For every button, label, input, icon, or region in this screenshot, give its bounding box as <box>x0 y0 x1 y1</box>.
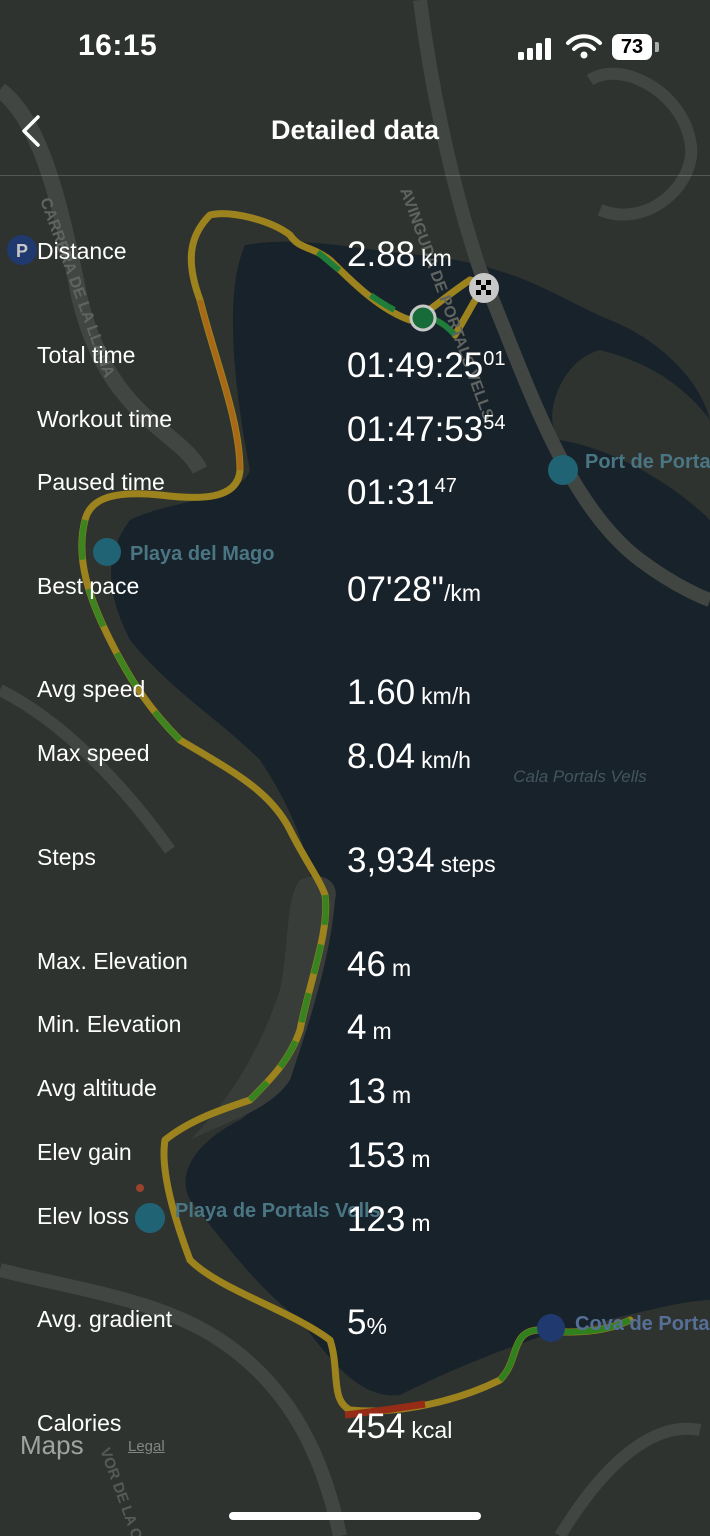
stat-row: Elev gain 153 m <box>0 1136 710 1196</box>
stat-number: 07'28" <box>347 570 444 609</box>
legal-link[interactable]: Legal <box>128 1438 165 1455</box>
stat-value: 1.60 km/h <box>347 673 471 716</box>
stat-hundredths: 47 <box>434 475 457 497</box>
stat-label: Total time <box>37 342 136 368</box>
status-bar: 16:15 73 <box>0 0 710 95</box>
stat-value: 454 kcal <box>347 1407 452 1450</box>
stat-value: 4m <box>347 1008 392 1051</box>
stat-value: 5% <box>347 1303 387 1346</box>
stat-unit: m <box>391 1082 412 1108</box>
stat-row: Max speed 8.04 km/h <box>0 737 710 797</box>
stat-value: 2.88 km <box>347 235 452 278</box>
stat-value: 46 m <box>347 945 411 988</box>
stat-value: 153 m <box>347 1136 431 1179</box>
stat-value: 01:49:2501 <box>347 339 506 386</box>
stat-row: Paused time 01:3147 <box>0 466 710 526</box>
home-indicator <box>229 1512 481 1520</box>
stat-number: 153 <box>347 1136 406 1175</box>
stat-number: 5 <box>347 1303 367 1342</box>
apple-maps-attribution: Maps <box>20 1430 84 1460</box>
stat-unit: m <box>411 1146 431 1172</box>
stat-unit: km/h <box>421 747 471 773</box>
stat-number: 1.60 <box>347 673 416 712</box>
stat-value: 8.04 km/h <box>347 737 471 780</box>
stat-row: Max. Elevation 46 m <box>0 945 710 1005</box>
cellular-signal-icon <box>518 36 556 60</box>
stat-label: Avg. gradient <box>37 1306 173 1332</box>
stat-unit: m <box>372 1018 392 1044</box>
stat-label: Best pace <box>37 573 140 599</box>
stat-hundredths: 54 <box>483 412 506 434</box>
stat-row: Avg speed 1.60 km/h <box>0 673 710 733</box>
stat-unit: km/h <box>421 683 471 709</box>
stat-number: 01:49:25 <box>347 346 484 385</box>
stat-row: Calories 454 kcal <box>0 1407 710 1467</box>
stat-row: Elev loss 123 m <box>0 1200 710 1260</box>
stat-value: 01:47:5354 <box>347 403 506 450</box>
status-time: 16:15 <box>78 29 158 62</box>
stat-number: 01:31 <box>347 473 435 512</box>
stat-number: 3,934 <box>347 841 435 880</box>
stat-label: Elev gain <box>37 1139 132 1165</box>
stat-number: 8.04 <box>347 737 416 776</box>
stat-label: Avg speed <box>37 676 146 702</box>
stat-unit: m <box>391 955 412 981</box>
stat-unit: kcal <box>411 1417 453 1443</box>
stat-label: Workout time <box>37 406 173 432</box>
stat-label: Distance <box>37 238 127 264</box>
stat-label: Paused time <box>37 469 165 495</box>
stat-row: Steps 3,934 steps <box>0 841 710 901</box>
page-title: Detailed data <box>270 115 440 145</box>
stat-row: Avg altitude 13 m <box>0 1072 710 1132</box>
stat-unit: km <box>421 245 452 271</box>
stat-row: Distance 2.88 km <box>0 235 710 295</box>
stat-value: 01:3147 <box>347 466 457 513</box>
stat-label: Avg altitude <box>37 1075 157 1101</box>
stat-label: Elev loss <box>37 1203 130 1229</box>
stat-number: 454 <box>347 1407 406 1446</box>
stat-number: 2.88 <box>347 235 416 274</box>
stat-row: Workout time 01:47:5354 <box>0 403 710 463</box>
battery-cap <box>655 42 659 52</box>
nav-bar: Detailed data <box>0 95 710 176</box>
stat-number: 13 <box>347 1072 386 1111</box>
stat-label: Max. Elevation <box>37 948 188 974</box>
battery-icon: 73 <box>612 34 652 60</box>
wifi-icon <box>566 34 602 59</box>
stat-value: 07'28"/km <box>347 570 481 613</box>
stat-value: 3,934 steps <box>347 841 496 884</box>
stat-value: 13 m <box>347 1072 411 1115</box>
stat-unit: m <box>411 1210 431 1236</box>
stat-hundredths: 01 <box>483 348 506 370</box>
stat-number: 4 <box>347 1008 367 1047</box>
stat-number: 01:47:53 <box>347 410 484 449</box>
stat-row: Best pace 07'28"/km <box>0 570 710 630</box>
stat-row: Min. Elevation 4 m <box>0 1008 710 1068</box>
stat-unit: % <box>366 1313 387 1339</box>
stat-label: Max speed <box>37 740 150 766</box>
stat-number: 123 <box>347 1200 406 1239</box>
stat-label: Min. Elevation <box>37 1011 182 1037</box>
stat-row: Total time 01:49:2501 <box>0 339 710 399</box>
stat-unit: /km <box>443 580 482 606</box>
stat-value: 123 m <box>347 1200 431 1243</box>
stat-label: Steps <box>37 844 96 870</box>
stat-unit: steps <box>440 851 496 877</box>
stat-row: Avg. gradient 5% <box>0 1303 710 1363</box>
stat-number: 46 <box>347 945 386 984</box>
